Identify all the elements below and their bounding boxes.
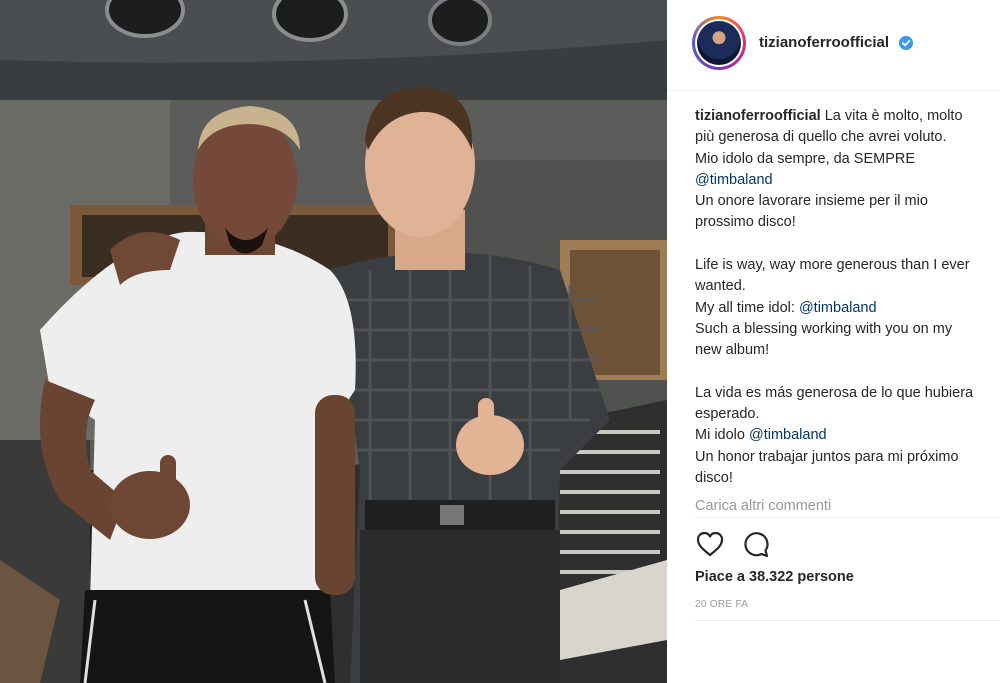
caption-text: La vita è molto, molto più generosa di q… — [695, 108, 973, 486]
load-more-comments-link[interactable]: Carica altri commenti — [695, 498, 831, 514]
mention-link[interactable]: @timbaland — [695, 172, 773, 188]
studio-photo-illustration — [0, 0, 667, 683]
mention-link[interactable]: @timbaland — [749, 427, 827, 443]
likes-count[interactable]: Piace a 38.322 persone — [695, 569, 854, 585]
caption-text-segment: Un onore lavorare insieme per il mio pro… — [695, 193, 970, 316]
post-caption: tizianoferroofficial La vita è molto, mo… — [695, 106, 1000, 489]
post-header: tizianoferroofficial — [667, 0, 1000, 91]
header-username[interactable]: tizianoferroofficial — [759, 34, 889, 51]
post-timestamp[interactable]: 20 ORE FA — [695, 599, 748, 610]
avatar-border — [695, 19, 743, 67]
avatar-image — [697, 21, 741, 65]
post-sidebar: tizianoferroofficial tizianoferroofficia… — [667, 0, 1000, 683]
heart-icon[interactable] — [695, 529, 725, 559]
divider — [695, 620, 1000, 621]
verified-badge-icon — [899, 36, 913, 50]
post-photo[interactable] — [0, 0, 667, 683]
caption-text-segment: Un honor trabajar juntos para mi próximo… — [695, 448, 959, 487]
caption-username[interactable]: tizianoferroofficial — [695, 108, 821, 124]
divider — [695, 517, 1000, 518]
avatar[interactable] — [692, 16, 746, 70]
caption-text-segment: Such a blessing working with you on my n… — [695, 320, 974, 444]
mention-link[interactable]: @timbaland — [799, 300, 877, 316]
comment-icon[interactable] — [741, 529, 771, 559]
